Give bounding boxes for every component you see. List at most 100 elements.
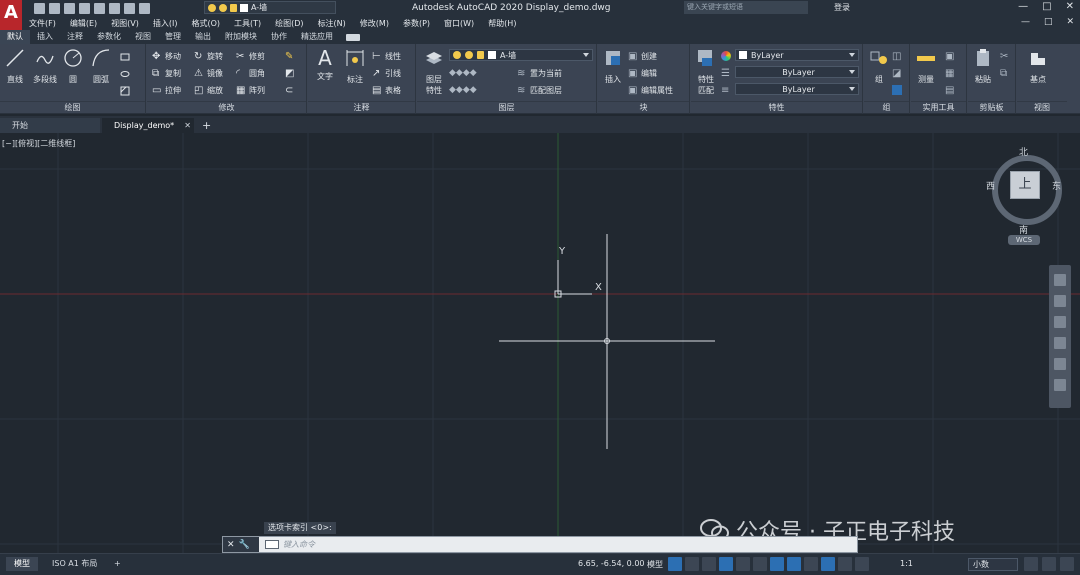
cube-top-face[interactable]: 上 xyxy=(1010,171,1040,199)
group-edit-tool[interactable]: ◪ xyxy=(892,66,902,80)
explode-tool[interactable]: ◩ xyxy=(285,66,295,80)
pan-icon[interactable] xyxy=(1054,295,1066,307)
ortho-toggle-icon[interactable] xyxy=(702,557,716,571)
ribbon-toggle-icon[interactable] xyxy=(346,33,360,41)
linetype-icon[interactable]: ☰ xyxy=(721,66,731,80)
compass-north[interactable]: 北 xyxy=(1019,145,1028,158)
line-tool[interactable]: 直线 xyxy=(2,48,28,85)
group-tool[interactable]: 组 xyxy=(866,48,892,85)
array-tool[interactable]: ▦ 阵列 xyxy=(236,83,265,97)
tab-manage[interactable]: 管理 xyxy=(158,30,188,44)
customization-menu-icon[interactable] xyxy=(1060,557,1074,571)
polar-toggle-icon[interactable] xyxy=(719,557,733,571)
tab-view[interactable]: 视图 xyxy=(128,30,158,44)
calculator-tool[interactable]: ▤ xyxy=(945,83,955,97)
menu-insert[interactable]: 插入(I) xyxy=(146,18,185,29)
layer-properties-tool[interactable]: 图层 特性 xyxy=(421,48,447,96)
fillet-tool[interactable]: ◜ 圆角 xyxy=(236,66,265,80)
offset-tool[interactable]: ⊂ xyxy=(285,83,295,97)
rectangle-tool[interactable] xyxy=(120,50,130,64)
text-tool[interactable]: A 文字 xyxy=(312,48,338,82)
isodraft-toggle-icon[interactable] xyxy=(736,557,750,571)
new-file-icon[interactable] xyxy=(34,2,45,14)
save-icon[interactable] xyxy=(64,2,75,14)
viewport-controls[interactable]: [−][俯视][二维线框] xyxy=(2,138,75,149)
close-tab-icon[interactable]: ✕ xyxy=(184,121,191,130)
set-current-tool[interactable]: ≋ 置为当前 xyxy=(517,66,562,80)
model-layout-tab[interactable]: 模型 xyxy=(6,557,38,571)
linetype-dropdown[interactable]: ByLayer xyxy=(735,66,859,78)
close-command-icon[interactable]: ✕ xyxy=(227,540,235,550)
match-properties-tool[interactable]: 特性 匹配 xyxy=(693,48,719,96)
annotation-scale[interactable]: 1:1 xyxy=(900,559,913,568)
tab-collaborate[interactable]: 协作 xyxy=(264,30,294,44)
groups-panel-label[interactable]: 组 xyxy=(864,101,909,113)
tab-default[interactable]: 默认 xyxy=(0,30,30,44)
compass-west[interactable]: 西 xyxy=(986,179,995,192)
layer-state-tools[interactable]: ◆◆◆◆ xyxy=(449,66,477,80)
add-layout-button[interactable]: + xyxy=(106,557,129,571)
menu-parametric[interactable]: 参数(P) xyxy=(396,18,437,29)
object-snap-icon[interactable] xyxy=(770,557,784,571)
fullscreen-icon[interactable] xyxy=(1042,557,1056,571)
wcs-menu[interactable]: WCS xyxy=(1008,235,1040,245)
menu-edit[interactable]: 编辑(E) xyxy=(63,18,104,29)
menu-modify[interactable]: 修改(M) xyxy=(353,18,396,29)
redo-icon[interactable] xyxy=(139,2,150,14)
object-snap-tracking-icon[interactable] xyxy=(753,557,767,571)
menu-file[interactable]: 文件(F) xyxy=(22,18,63,29)
selection-cycling-icon[interactable] xyxy=(787,557,801,571)
snap-toggle-icon[interactable] xyxy=(685,557,699,571)
rotate-tool[interactable]: ↻ 旋转 xyxy=(194,49,223,63)
copy-clip-tool[interactable]: ⧉ xyxy=(1000,66,1010,80)
circle-tool[interactable]: 圆 xyxy=(60,48,86,85)
start-tab[interactable]: 开始 xyxy=(0,118,100,133)
match-layer-tool[interactable]: ≋ 匹配图层 xyxy=(517,83,562,97)
stretch-tool[interactable]: ▭ 拉伸 xyxy=(152,83,181,97)
annotation-panel-label[interactable]: 注释 xyxy=(308,101,415,113)
zoom-extents-icon[interactable] xyxy=(1054,316,1066,328)
view-panel-label[interactable]: 视图 xyxy=(1017,101,1067,113)
annotation-visibility-icon[interactable] xyxy=(804,557,818,571)
compass-east[interactable]: 东 xyxy=(1052,179,1061,192)
polyline-tool[interactable]: 多段线 xyxy=(30,48,60,85)
scale-tool[interactable]: ◰ 缩放 xyxy=(194,83,223,97)
color-wheel-icon[interactable] xyxy=(721,49,731,63)
menu-window[interactable]: 窗口(W) xyxy=(437,18,481,29)
insert-block-tool[interactable]: 插入 xyxy=(600,48,626,85)
quick-properties-icon[interactable] xyxy=(1024,557,1038,571)
units-dropdown[interactable]: 小数 xyxy=(968,558,1018,571)
lineweight-dropdown[interactable]: ByLayer xyxy=(735,83,859,95)
tab-parametric[interactable]: 参数化 xyxy=(90,30,128,44)
tab-annotate[interactable]: 注释 xyxy=(60,30,90,44)
undo-icon[interactable] xyxy=(124,2,135,14)
menu-dimension[interactable]: 标注(N) xyxy=(311,18,353,29)
arc-tool[interactable]: 圆弧 xyxy=(88,48,114,85)
trim-tool[interactable]: ✂ 修剪 xyxy=(236,49,265,63)
autocad-logo-icon[interactable]: A xyxy=(0,0,22,30)
ungroup-tool[interactable]: ◫ xyxy=(892,49,902,63)
erase-tool[interactable]: ✎ xyxy=(285,49,295,63)
login-button[interactable]: 登录 xyxy=(834,2,850,13)
lineweight-icon[interactable]: ≡ xyxy=(721,83,731,97)
save-as-icon[interactable] xyxy=(79,2,90,14)
command-input[interactable]: 键入命令 xyxy=(263,537,315,552)
doc-minimize-button[interactable]: — xyxy=(1021,17,1030,27)
doc-close-button[interactable]: ✕ xyxy=(1066,17,1074,27)
customize-wrench-icon[interactable]: 🔧 xyxy=(239,540,250,550)
utilities-panel-label[interactable]: 实用工具 xyxy=(911,101,966,113)
view-cube[interactable]: 上 北 南 东 西 WCS xyxy=(982,145,1072,245)
block-panel-label[interactable]: 块 xyxy=(598,101,689,113)
group-select-tool[interactable] xyxy=(892,83,902,97)
maximize-button[interactable]: □ xyxy=(1042,1,1051,12)
edit-block-tool[interactable]: ▣ 编辑 xyxy=(628,66,657,80)
open-file-icon[interactable] xyxy=(49,2,60,14)
showmotion-icon[interactable] xyxy=(1054,358,1066,370)
minimize-button[interactable]: — xyxy=(1018,1,1028,12)
grid-toggle-icon[interactable] xyxy=(668,557,682,571)
move-tool[interactable]: ✥ 移动 xyxy=(152,49,181,63)
leader-tool[interactable]: ↗ 引线 xyxy=(372,66,401,80)
drawing-canvas[interactable]: [−][俯视][二维线框] Y X 上 北 南 东 西 WCS xyxy=(0,133,1080,553)
annotation-scale-icon[interactable] xyxy=(838,557,852,571)
draw-panel-label[interactable]: 绘图 xyxy=(0,101,145,113)
